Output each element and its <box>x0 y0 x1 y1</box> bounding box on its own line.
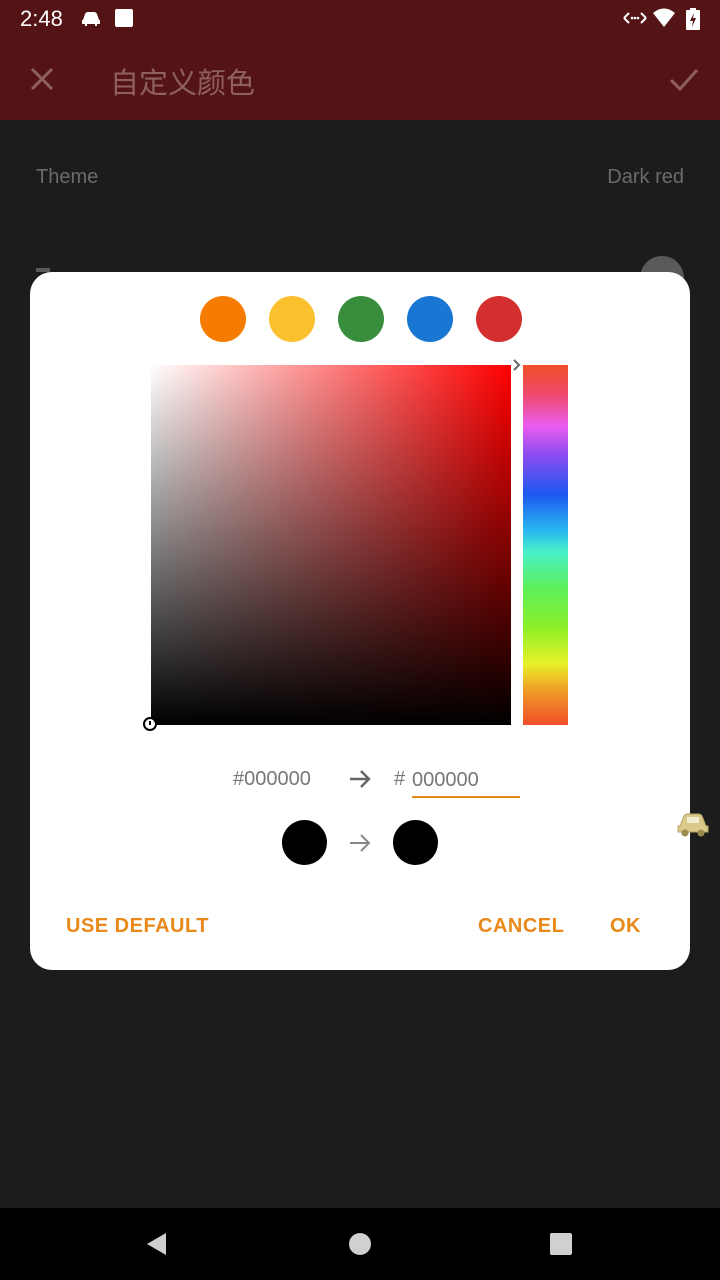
theme-setting-row[interactable]: Theme Dark red <box>0 166 720 206</box>
home-icon[interactable] <box>349 1233 371 1255</box>
data-transfer-icon <box>623 12 647 24</box>
arrow-right-icon <box>350 834 371 852</box>
old-hex-value: #000000 <box>233 768 311 790</box>
use-default-button[interactable]: USE DEFAULT <box>66 915 209 938</box>
color-cursor[interactable] <box>143 717 157 731</box>
new-color-preview <box>393 820 438 865</box>
wifi-icon <box>653 8 675 27</box>
navigation-bar <box>0 1208 720 1280</box>
status-bar: 2:48 <box>0 0 720 38</box>
recents-icon[interactable] <box>550 1233 572 1255</box>
color-picker-dialog: #000000 # USE DEFAULT CANCEL OK <box>30 272 690 970</box>
floating-car-icon[interactable] <box>676 808 710 838</box>
cancel-button[interactable]: CANCEL <box>478 915 564 938</box>
car-icon <box>82 12 100 26</box>
check-icon[interactable] <box>668 65 700 93</box>
saturation-value-picker[interactable] <box>151 365 511 725</box>
theme-label: Theme <box>36 166 99 188</box>
preset-swatch-green[interactable] <box>338 296 384 342</box>
battery-icon <box>686 8 700 30</box>
close-icon[interactable] <box>28 65 56 93</box>
hue-marker-icon[interactable] <box>511 358 523 372</box>
arrow-right-icon <box>350 770 371 788</box>
hex-input[interactable] <box>412 764 520 798</box>
status-time: 2:48 <box>20 6 63 31</box>
app-bar: 自定义颜色 <box>0 38 720 120</box>
theme-value: Dark red <box>607 166 684 188</box>
back-icon[interactable] <box>146 1232 168 1256</box>
hue-slider[interactable] <box>523 365 568 725</box>
square-notification-icon <box>115 9 133 27</box>
preset-swatch-orange[interactable] <box>200 296 246 342</box>
preset-swatch-blue[interactable] <box>407 296 453 342</box>
ok-button[interactable]: OK <box>610 915 641 938</box>
hex-hash-prefix: # <box>394 768 406 790</box>
preset-swatch-yellow[interactable] <box>269 296 315 342</box>
old-color-preview <box>282 820 327 865</box>
page-title: 自定义颜色 <box>110 66 256 100</box>
preset-swatch-red[interactable] <box>476 296 522 342</box>
